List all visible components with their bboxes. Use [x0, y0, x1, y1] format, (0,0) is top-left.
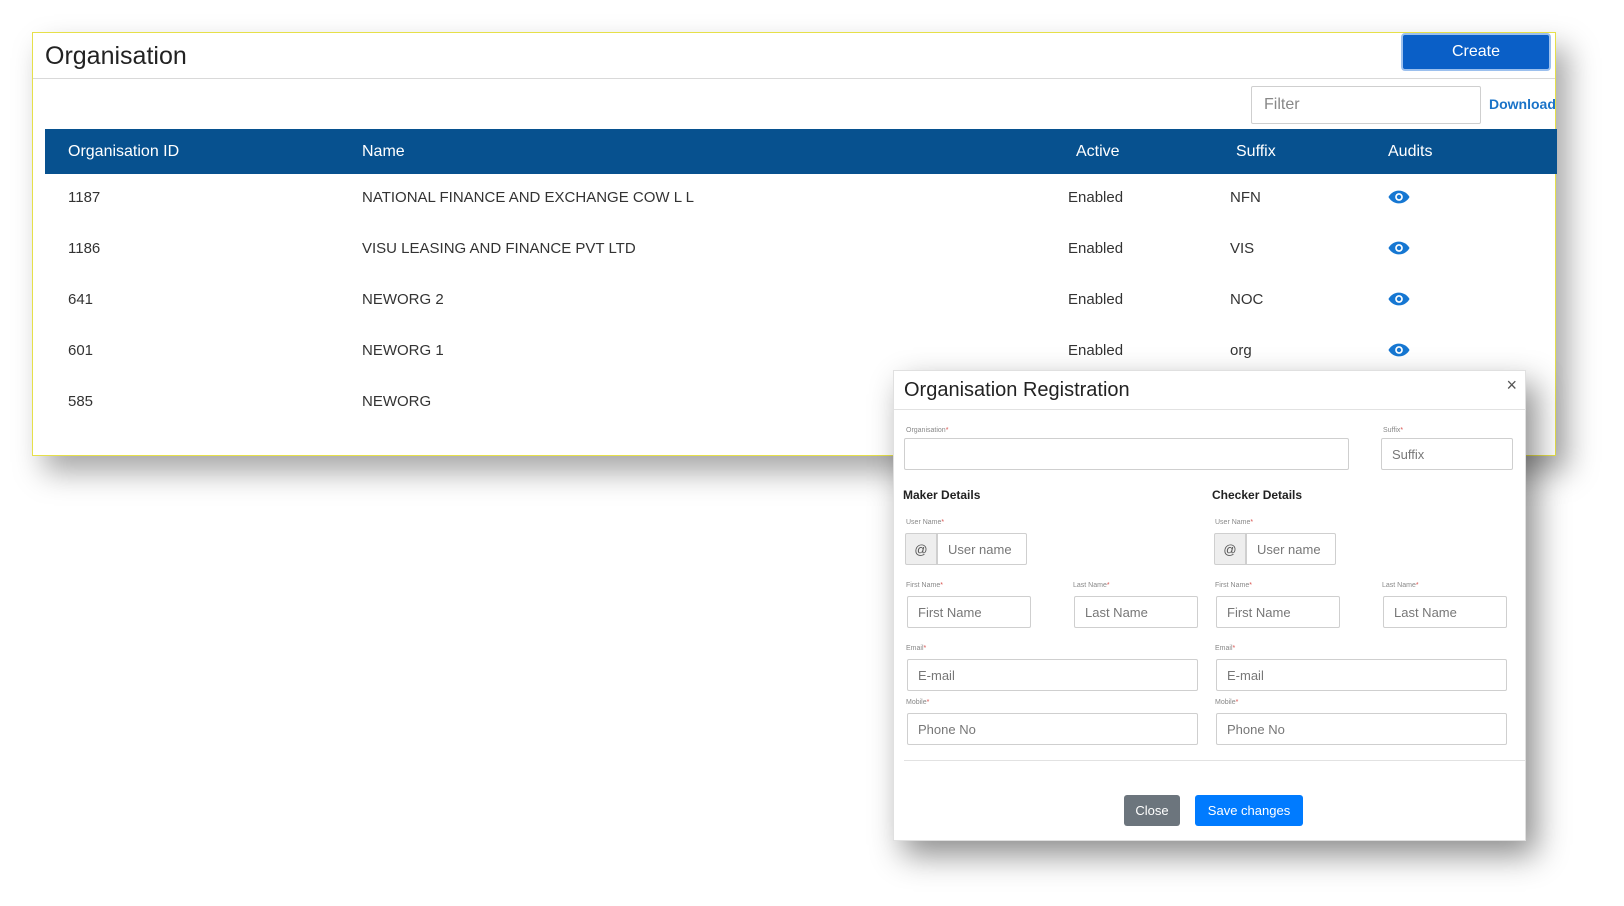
table-row[interactable]: 1187 NATIONAL FINANCE AND EXCHANGE COW L…: [45, 174, 1557, 225]
checker-lastname-label: Last Name*: [1382, 582, 1419, 589]
checker-mobile-label: Mobile*: [1215, 699, 1239, 706]
card-header: Organisation Create: [33, 33, 1555, 79]
checker-username-label: User Name*: [1215, 519, 1254, 526]
maker-username-input[interactable]: [937, 533, 1027, 565]
checker-mobile-input[interactable]: [1216, 713, 1507, 745]
suffix-label: Suffix*: [1383, 427, 1404, 434]
cell-active: Enabled: [1068, 342, 1124, 359]
cell-name: VISU LEASING AND FINANCE PVT LTD: [362, 240, 636, 257]
maker-lastname-input[interactable]: [1074, 596, 1198, 628]
checker-username-input[interactable]: [1246, 533, 1336, 565]
eye-icon[interactable]: [1388, 291, 1410, 307]
organisation-label: Organisation*: [906, 427, 949, 434]
cell-name: NEWORG 1: [362, 342, 444, 359]
at-icon: @: [905, 533, 937, 565]
maker-firstname-input[interactable]: [907, 596, 1031, 628]
organisation-registration-modal: Organisation Registration × Organisation…: [893, 370, 1526, 841]
maker-firstname-label: First Name*: [906, 582, 943, 589]
checker-email-label: Email*: [1215, 645, 1236, 652]
checker-email-input[interactable]: [1216, 659, 1507, 691]
checker-details-title: Checker Details: [1212, 488, 1303, 502]
maker-email-input[interactable]: [907, 659, 1198, 691]
cell-id: 1186: [68, 240, 101, 257]
create-button[interactable]: Create: [1401, 33, 1551, 71]
maker-lastname-label: Last Name*: [1073, 582, 1110, 589]
cell-name: NEWORG 2: [362, 291, 444, 308]
eye-icon[interactable]: [1388, 342, 1410, 358]
checker-lastname-input[interactable]: [1383, 596, 1507, 628]
organisation-input[interactable]: [904, 438, 1349, 470]
maker-details-title: Maker Details: [903, 488, 981, 502]
column-header-active[interactable]: Active: [1076, 143, 1120, 161]
cell-active: Enabled: [1068, 240, 1124, 257]
table-row[interactable]: 1186 VISU LEASING AND FINANCE PVT LTD En…: [45, 225, 1557, 276]
modal-header: Organisation Registration ×: [894, 371, 1525, 410]
cell-suffix: VIS: [1230, 240, 1255, 257]
modal-footer-divider: [904, 760, 1525, 761]
cell-suffix: org: [1230, 342, 1252, 359]
table-header: Organisation ID Name Active Suffix Audit…: [45, 129, 1557, 174]
maker-mobile-input[interactable]: [907, 713, 1198, 745]
cell-suffix: NFN: [1230, 189, 1261, 206]
cell-name: NATIONAL FINANCE AND EXCHANGE COW L L: [362, 189, 694, 206]
column-header-suffix[interactable]: Suffix: [1236, 143, 1276, 161]
page-title: Organisation: [45, 42, 187, 70]
cell-suffix: NOC: [1230, 291, 1264, 308]
at-icon: @: [1214, 533, 1246, 565]
save-changes-button[interactable]: Save changes: [1195, 795, 1303, 826]
close-icon[interactable]: ×: [1506, 375, 1517, 396]
eye-icon[interactable]: [1388, 240, 1410, 256]
download-link[interactable]: Download: [1489, 96, 1556, 112]
cell-active: Enabled: [1068, 189, 1124, 206]
eye-icon[interactable]: [1388, 189, 1410, 205]
checker-firstname-input[interactable]: [1216, 596, 1340, 628]
cell-id: 585: [68, 393, 94, 410]
column-header-organisation-id[interactable]: Organisation ID: [68, 143, 179, 161]
column-header-name[interactable]: Name: [362, 143, 405, 161]
checker-firstname-label: First Name*: [1215, 582, 1252, 589]
cell-name: NEWORG: [362, 393, 432, 410]
maker-mobile-label: Mobile*: [906, 699, 930, 706]
cell-id: 641: [68, 291, 94, 308]
cell-id: 601: [68, 342, 94, 359]
maker-username-label: User Name*: [906, 519, 945, 526]
close-button[interactable]: Close: [1124, 795, 1180, 826]
suffix-input[interactable]: [1381, 438, 1513, 470]
column-header-audits[interactable]: Audits: [1388, 143, 1432, 161]
filter-input[interactable]: [1251, 86, 1481, 124]
table-row[interactable]: 641 NEWORG 2 Enabled NOC: [45, 276, 1557, 327]
cell-active: Enabled: [1068, 291, 1124, 308]
maker-email-label: Email*: [906, 645, 927, 652]
modal-title: Organisation Registration: [904, 379, 1130, 401]
cell-id: 1187: [68, 189, 101, 206]
